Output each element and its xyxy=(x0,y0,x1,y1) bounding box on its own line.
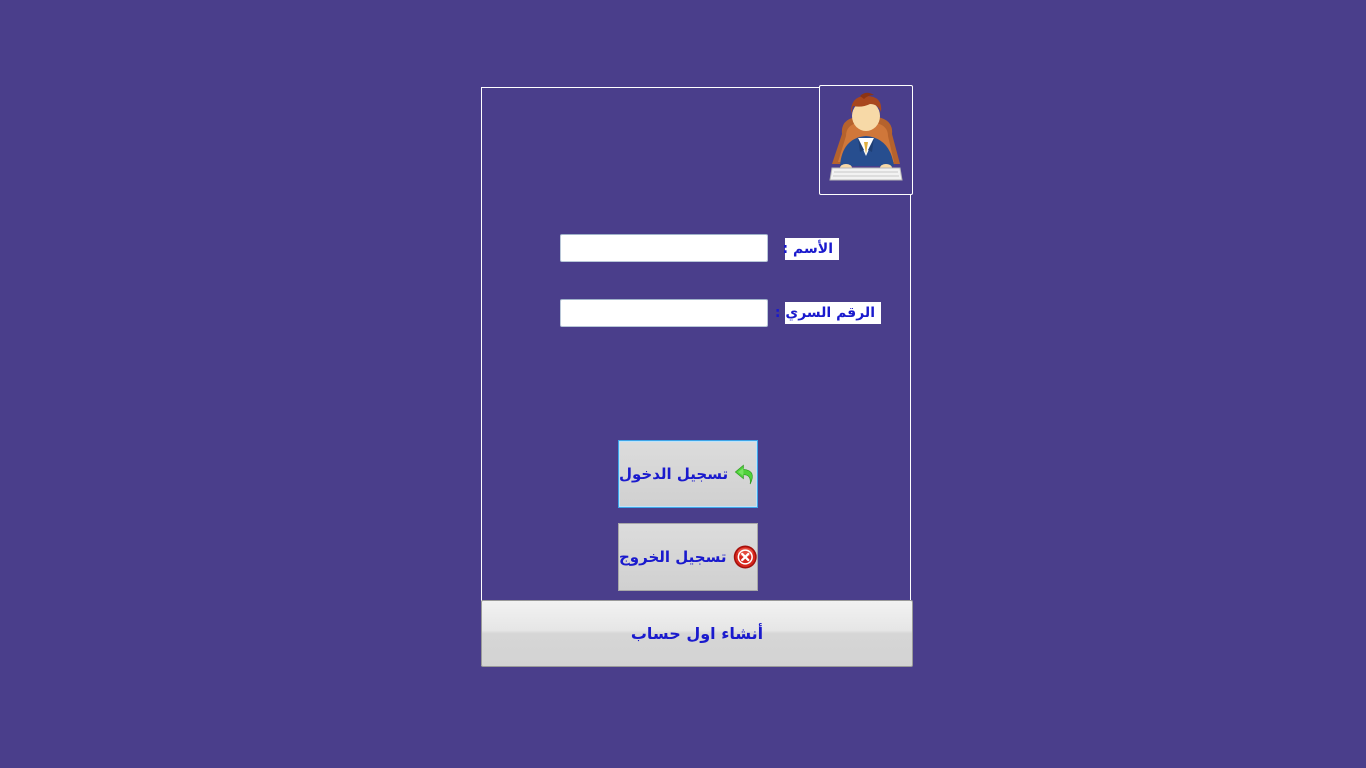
password-input[interactable] xyxy=(560,299,768,327)
create-first-account-label: أنشاء اول حساب xyxy=(630,624,764,643)
password-label: الرقم السري : xyxy=(775,302,881,324)
red-x-circle-icon xyxy=(733,545,757,569)
logout-button-label: تسجيل الخروج xyxy=(619,548,727,566)
logout-button[interactable]: تسجيل الخروج xyxy=(618,523,758,591)
user-at-keyboard-icon xyxy=(829,92,903,181)
name-input[interactable] xyxy=(560,234,768,262)
name-label: الأسم : xyxy=(783,238,839,260)
avatar-frame xyxy=(819,85,913,195)
login-button-label: تسجيل الدخول xyxy=(619,465,729,483)
green-back-arrow-icon xyxy=(734,464,753,485)
login-button[interactable]: تسجيل الدخول xyxy=(618,440,758,508)
create-first-account-button[interactable]: أنشاء اول حساب xyxy=(481,600,913,667)
